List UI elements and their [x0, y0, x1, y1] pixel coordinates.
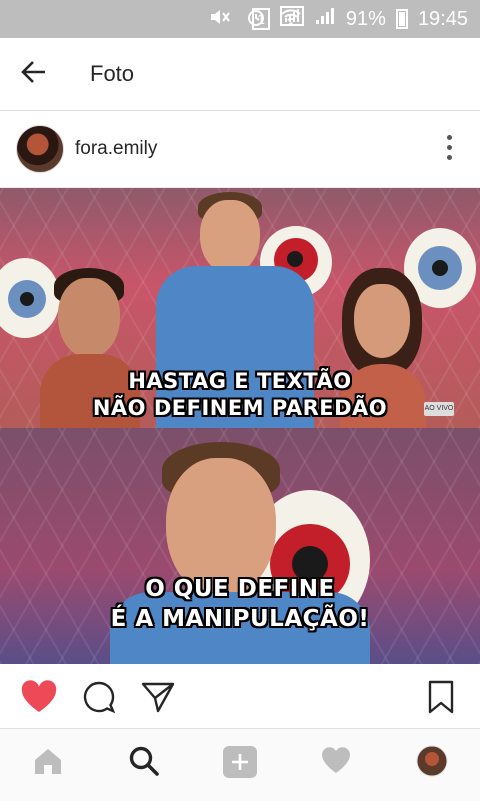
activity-icon[interactable] [320, 745, 352, 780]
page-title: Foto [90, 61, 135, 86]
signal-icon-1 [279, 6, 304, 32]
status-right: 1 91% 19:45 [252, 6, 468, 32]
meme-panel-top: HASTAG E TEXTÃO NÃO DEFINEM PAREDÃO AO V… [0, 188, 480, 428]
battery-icon [395, 9, 408, 29]
search-icon[interactable] [128, 745, 160, 782]
profile-icon[interactable] [416, 745, 448, 782]
add-icon[interactable] [222, 745, 258, 784]
share-icon[interactable] [140, 680, 176, 719]
post-photo[interactable]: HASTAG E TEXTÃO NÃO DEFINEM PAREDÃO AO V… [0, 188, 480, 664]
app-bar: Foto [0, 38, 480, 111]
meme-panel-bottom: O QUE DEFINE É A MANIPULAÇÃO! [0, 428, 480, 664]
caption-bottom-line2: É A MANIPULAÇÃO! [110, 606, 370, 632]
live-badge: AO VIVO [424, 402, 454, 416]
bottom-nav [0, 728, 480, 801]
like-heart-icon[interactable] [20, 680, 58, 719]
more-options-icon[interactable] [447, 135, 452, 160]
mute-icon [208, 7, 232, 32]
caption-bottom-line1: O QUE DEFINE [145, 576, 335, 602]
post-actions [0, 664, 480, 728]
sim-badge: 1 [252, 8, 270, 30]
comment-icon[interactable] [82, 680, 116, 719]
back-arrow-icon[interactable] [20, 58, 48, 92]
bookmark-icon[interactable] [428, 680, 454, 719]
user-avatar[interactable] [16, 125, 64, 173]
battery-percent: 91% [345, 7, 386, 30]
post-header: fora.emily [0, 111, 480, 188]
caption-top-line1: HASTAG E TEXTÃO [128, 369, 352, 393]
caption-top-line2: NÃO DEFINEM PAREDÃO [92, 396, 388, 420]
home-icon[interactable] [32, 745, 64, 782]
status-time: 19:45 [417, 7, 468, 30]
signal-icon-2 [314, 6, 336, 32]
post-username[interactable]: fora.emily [75, 138, 157, 160]
status-bar: 1 91% 19:45 [0, 0, 480, 38]
